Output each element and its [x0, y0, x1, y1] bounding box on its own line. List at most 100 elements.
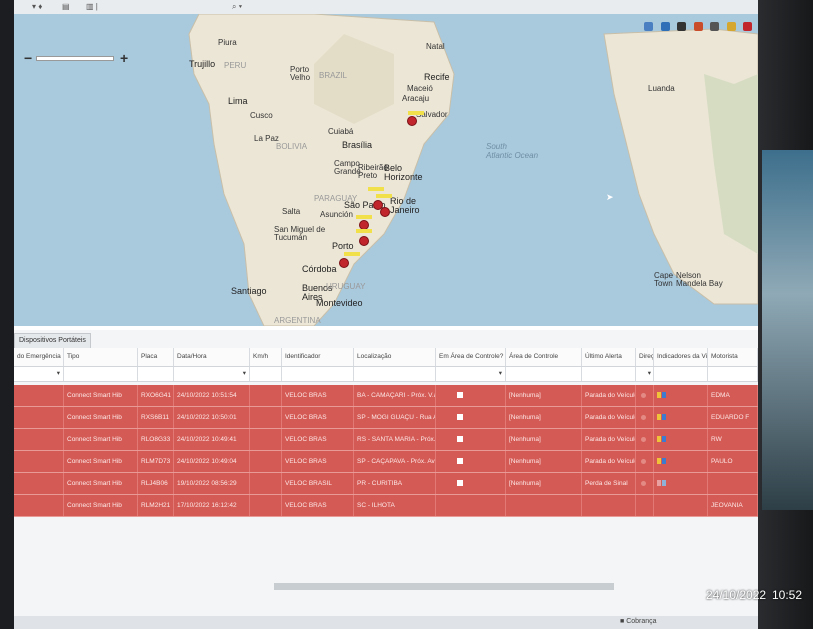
column-header[interactable]: Último Alerta — [582, 348, 636, 366]
vehicle-marker[interactable] — [380, 207, 390, 217]
table-row[interactable]: Connect Smart Hib RXO6G41 24/10/2022 10:… — [14, 385, 758, 407]
filter-input[interactable] — [654, 367, 708, 381]
map-label: BOLIVIA — [276, 142, 308, 151]
toolbar-search-icon[interactable]: ⌕ ▾ — [232, 2, 242, 12]
table-row[interactable]: Connect Smart Hib RLM7D73 24/10/2022 10:… — [14, 451, 758, 473]
map-view[interactable]: − + Piura Trujillo PERU Lima Cusco La Pa… — [14, 14, 758, 326]
filter-input[interactable] — [354, 367, 436, 381]
column-header[interactable]: Identificador — [282, 348, 354, 366]
column-header[interactable]: do Emergência — [14, 348, 64, 366]
table-cell: Connect Smart Hib — [64, 407, 138, 428]
map-tool-icon[interactable] — [693, 22, 703, 31]
status-item-label: Cobrança — [626, 618, 657, 625]
table-cell: [Nenhuma] — [506, 473, 582, 494]
map-label: Trujillo — [189, 59, 216, 69]
status-item[interactable]: ■ Cobrança — [620, 618, 657, 625]
map-tool-icon[interactable] — [660, 22, 670, 31]
column-header[interactable]: Em Área de Controle? — [436, 348, 506, 366]
filter-input[interactable] — [250, 367, 282, 381]
indicator-icon — [662, 458, 666, 465]
direction-icon — [641, 480, 646, 486]
table-cell: RLM7D73 — [138, 451, 174, 472]
map-label: Montevideo — [316, 298, 363, 308]
zoom-control[interactable]: − + — [22, 50, 132, 66]
filter-dropdown[interactable]: ▾ — [436, 367, 506, 381]
filter-input[interactable] — [506, 367, 582, 381]
table-cell: Connect Smart Hib — [64, 429, 138, 450]
table-cell: RXO6G41 — [138, 385, 174, 406]
map-label: Cape Town — [654, 271, 674, 288]
map-label: Salta — [282, 207, 301, 216]
checkbox[interactable] — [457, 392, 463, 399]
column-header[interactable]: Localização — [354, 348, 436, 366]
grid-header: do Emergência Tipo Placa Data/Hora Km/h … — [14, 348, 758, 367]
table-cell: SC - ILHOTA — [354, 495, 436, 516]
table-cell: [Nenhuma] — [506, 429, 582, 450]
filter-dropdown[interactable]: ▾ — [14, 367, 64, 381]
column-header[interactable]: Área de Controle — [506, 348, 582, 366]
filter-input[interactable] — [708, 367, 758, 381]
map-tool-icon[interactable] — [743, 22, 752, 31]
table-row[interactable]: Connect Smart Hib RLJ4B06 19/10/2022 08:… — [14, 473, 758, 495]
map-tool-icon[interactable] — [710, 22, 720, 31]
table-cell: Parada do Veículo — [582, 407, 636, 428]
column-header[interactable]: Data/Hora — [174, 348, 250, 366]
filter-dropdown[interactable]: ▾ — [174, 367, 250, 381]
devices-panel: Dispositivos Portáteis do Emergência Tip… — [14, 330, 758, 629]
column-header[interactable]: Placa — [138, 348, 174, 366]
map-tool-icon[interactable] — [644, 22, 654, 31]
column-header[interactable]: Direção — [636, 348, 654, 366]
table-row[interactable]: Connect Smart Hib RLM2H21 17/10/2022 16:… — [14, 495, 758, 517]
table-row[interactable]: Connect Smart Hib RXS6B11 24/10/2022 10:… — [14, 407, 758, 429]
table-cell: Parada do Veículo — [582, 451, 636, 472]
toolbar-icon[interactable]: ▤ — [62, 2, 70, 11]
checkbox[interactable] — [457, 436, 463, 443]
photo-timestamp: 24/10/2022 — [706, 588, 766, 602]
zoom-out-icon[interactable]: − — [24, 50, 32, 66]
table-cell: 24/10/2022 10:49:41 — [174, 429, 250, 450]
map-label: Piura — [218, 38, 237, 47]
map-tool-icon[interactable] — [677, 22, 687, 31]
vehicle-marker[interactable] — [339, 258, 349, 268]
map-label: Córdoba — [302, 264, 337, 274]
map-tool-icon[interactable] — [726, 22, 736, 31]
table-row[interactable]: Connect Smart Hib RLO8G33 24/10/2022 10:… — [14, 429, 758, 451]
filter-input[interactable] — [64, 367, 138, 381]
indicator-icon — [662, 414, 666, 421]
filter-input[interactable] — [582, 367, 636, 381]
table-cell: RLO8G33 — [138, 429, 174, 450]
column-header[interactable]: Km/h — [250, 348, 282, 366]
map-label: Santiago — [231, 286, 267, 296]
column-header[interactable]: Tipo — [64, 348, 138, 366]
table-cell: 24/10/2022 10:51:54 — [174, 385, 250, 406]
table-cell: Parada do Veículo — [582, 429, 636, 450]
column-header[interactable]: Motorista — [708, 348, 758, 366]
map-label: Maceió — [407, 84, 433, 93]
checkbox[interactable] — [457, 480, 463, 487]
toolbar-icon[interactable]: ▥ | — [86, 2, 98, 11]
vehicle-marker[interactable] — [407, 116, 417, 126]
map-label: Rio de Janeiro — [390, 196, 420, 215]
zoom-slider[interactable] — [36, 56, 114, 61]
table-cell: EDMA — [708, 385, 758, 406]
zoom-in-icon[interactable]: + — [120, 50, 128, 66]
table-cell — [708, 473, 758, 494]
table-cell — [436, 429, 506, 450]
vehicle-marker[interactable] — [359, 236, 369, 246]
filter-input[interactable] — [282, 367, 354, 381]
checkbox[interactable] — [457, 414, 463, 421]
column-header[interactable]: Indicadores da Viagem — [654, 348, 708, 366]
table-cell — [250, 495, 282, 516]
map-label: South Atlantic Ocean — [486, 142, 539, 160]
checkbox[interactable] — [457, 458, 463, 465]
indicator-icon — [657, 392, 661, 399]
map-label: Cuiabá — [328, 127, 354, 136]
toolbar-icon[interactable]: ▾ ♦ — [32, 2, 42, 11]
horizontal-scrollbar[interactable] — [274, 583, 614, 590]
table-cell — [436, 451, 506, 472]
table-cell — [636, 429, 654, 450]
map-label: Nelson Mandela Bay — [676, 271, 723, 288]
filter-dropdown[interactable]: ▾ — [636, 367, 654, 381]
tab-dispositivos-portateis[interactable]: Dispositivos Portáteis — [14, 333, 91, 349]
filter-input[interactable] — [138, 367, 174, 381]
